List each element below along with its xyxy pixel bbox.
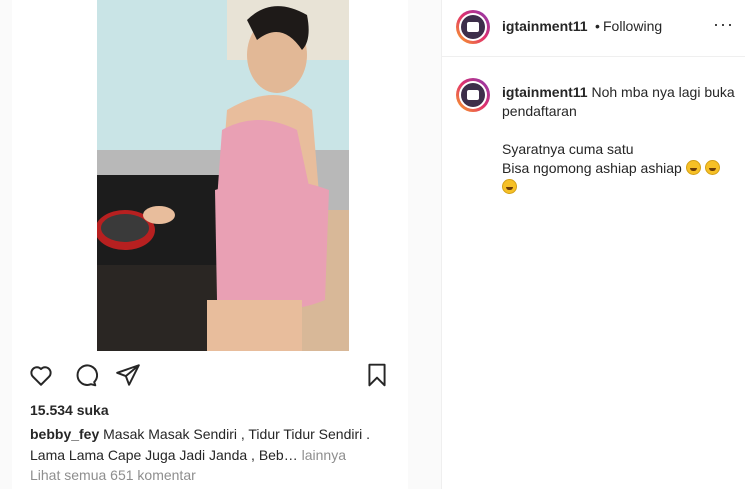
post-card: 15.534 suka bebby_fey Masak Masak Sendir… (12, 0, 408, 489)
post-photo-illustration (97, 0, 349, 351)
like-button[interactable] (28, 362, 58, 392)
share-button[interactable] (115, 362, 145, 392)
header-separator: • (595, 18, 600, 34)
save-button[interactable] (364, 362, 394, 392)
grinning-emoji-icon (704, 160, 720, 175)
comment-icon (76, 364, 99, 387)
post-photo[interactable] (97, 0, 349, 351)
caption-more-link[interactable]: lainnya (302, 447, 346, 463)
post-actions (12, 358, 408, 398)
comment-avatar[interactable] (456, 78, 490, 112)
grinning-emoji-icon (502, 179, 517, 194)
heart-icon (30, 366, 52, 386)
comment-text-line2: Syaratnya cuma satu (502, 141, 634, 157)
comment-text-line3: Bisa ngomong ashiap ashiap (502, 159, 738, 178)
bookmark-icon (368, 363, 386, 387)
post-side-panel: igtainment11 • Following ··· igtainment1… (441, 0, 745, 489)
post-caption: bebby_fey Masak Masak Sendiri , Tidur Ti… (30, 424, 402, 466)
comment-username[interactable]: igtainment11 (502, 84, 588, 100)
view-all-comments-link[interactable]: Lihat semua 651 komentar (30, 467, 196, 483)
header-username[interactable]: igtainment11 (502, 18, 588, 34)
comment-text-line3-text: Bisa ngomong ashiap ashiap (502, 160, 682, 176)
grinning-emoji-icon (685, 160, 701, 175)
likes-count[interactable]: 15.534 suka (30, 402, 109, 418)
more-options-icon[interactable]: ··· (713, 14, 734, 35)
comment-button[interactable] (72, 362, 102, 392)
avatar[interactable] (456, 10, 490, 44)
comment-emoji-line (502, 178, 738, 197)
caption-username[interactable]: bebby_fey (30, 426, 99, 442)
following-button[interactable]: Following (603, 18, 662, 34)
post-header: igtainment11 • Following ··· (442, 0, 745, 57)
author-comment: igtainment11 Noh mba nya lagi buka penda… (502, 83, 738, 197)
share-icon (116, 364, 140, 386)
